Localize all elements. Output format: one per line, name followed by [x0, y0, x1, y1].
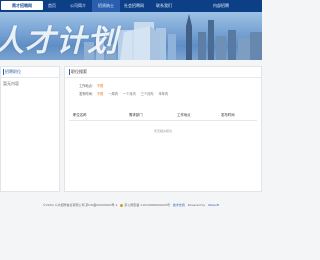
panel-title: 职位搜索 — [69, 69, 87, 75]
column-header-department: 需求部门 — [129, 113, 143, 117]
nav-item-contact[interactable]: 联系我们 — [156, 0, 172, 12]
date-option-month[interactable]: 一个月内 — [123, 91, 136, 96]
date-filter: 发布时间： 不限 一周内 一个月内 三个月内 半年内 — [69, 91, 173, 96]
location-option-any[interactable]: 不限 — [97, 83, 103, 88]
date-option-any[interactable]: 不限 — [97, 91, 103, 96]
nav-item-home[interactable]: 首页 — [48, 0, 56, 12]
job-search-panel: 职位搜索 工作地点： 不限 发布时间： 不限 一周内 一个月内 三个月内 半年内… — [64, 66, 262, 192]
sidebar-empty-item: 暂无内容 — [3, 81, 19, 86]
panel-header: 职位搜索 — [65, 67, 261, 78]
banner-title: 人才计划 — [0, 24, 118, 59]
job-table: 职位名称 需求部门 工作地点 发布时间 暂无相关职位 — [69, 111, 257, 133]
site-logo[interactable]: 简才招聘网 — [1, 1, 43, 10]
table-header-row: 职位名称 需求部门 工作地点 发布时间 — [69, 111, 257, 121]
date-option-three-months[interactable]: 三个月内 — [141, 91, 154, 96]
nav-item-social-recruit[interactable]: 社会招聘网 — [124, 0, 144, 12]
footer-tech-support-link[interactable]: 技术支持 — [173, 203, 185, 207]
sidebar: 招聘职位 暂无内容 — [0, 66, 60, 192]
footer-brand-link[interactable]: Weisoft — [208, 203, 219, 207]
banner: 人才计划 — [0, 12, 262, 60]
footer: ©2020 人才招聘信息有限公司 京ICP备00000000号-1 京公网安备 … — [0, 196, 262, 214]
date-label: 发布时间： — [79, 92, 95, 96]
search-icon[interactable] — [252, 3, 258, 18]
police-badge-icon — [120, 203, 124, 207]
column-header-location: 工作地点 — [177, 113, 191, 117]
sidebar-title: 招聘职位 — [3, 69, 21, 75]
column-header-publish-date: 发布时间 — [221, 113, 235, 117]
nav-item-internal[interactable]: 内部招聘 — [213, 0, 229, 12]
location-label: 工作地点： — [79, 84, 95, 88]
nav-item-about[interactable]: 公司简介 — [70, 0, 86, 12]
location-filter: 工作地点： 不限 — [69, 83, 108, 88]
date-option-half-year[interactable]: 半年内 — [158, 91, 168, 96]
column-header-job-name: 职位名称 — [73, 113, 87, 117]
footer-powered-by: Powered by — [187, 203, 206, 207]
empty-table-message: 暂无相关职位 — [153, 129, 172, 133]
sidebar-header: 招聘职位 — [1, 67, 59, 78]
nav-item-recruit[interactable]: 招贤纳士 — [92, 0, 120, 12]
footer-copyright: ©2020 人才招聘信息有限公司 京ICP备00000000号-1 — [42, 203, 118, 207]
top-navigation-bar: 简才招聘网 首页 公司简介 招贤纳士 社会招聘网 联系我们 内部招聘 — [0, 0, 262, 18]
footer-police-record[interactable]: 京公网安备 11010800000000号 — [124, 203, 170, 207]
date-option-week[interactable]: 一周内 — [108, 91, 118, 96]
